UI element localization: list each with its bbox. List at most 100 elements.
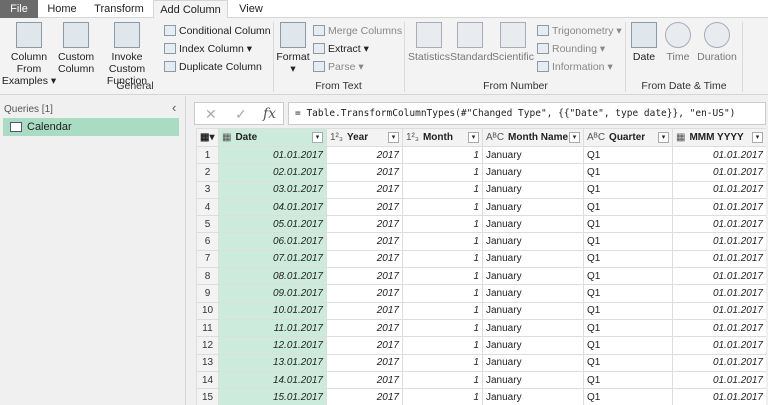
table-cell[interactable]: January (482, 318, 584, 338)
standard-button[interactable]: Standard (450, 22, 493, 63)
row-number[interactable]: 9 (196, 284, 219, 303)
table-cell[interactable]: Q1 (583, 353, 673, 372)
table-cell[interactable]: 03.01.2017 (218, 180, 327, 199)
table-cell[interactable]: Q1 (583, 284, 673, 303)
column-type-icon[interactable]: AᴮC (486, 132, 504, 143)
table-cell[interactable]: 1 (402, 301, 483, 320)
table-cell[interactable]: 2017 (326, 145, 403, 165)
row-number[interactable]: 7 (196, 249, 219, 269)
table-cell[interactable]: 2017 (326, 267, 403, 286)
filter-dropdown-icon[interactable]: ▾ (388, 132, 399, 143)
table-cell[interactable]: 1 (402, 388, 483, 405)
custom-column-button[interactable]: Custom Column (58, 22, 94, 75)
table-cell[interactable]: 01.01.2017 (672, 267, 766, 286)
table-cell[interactable]: 2017 (326, 197, 403, 217)
table-cell[interactable]: 01.01.2017 (672, 180, 766, 199)
table-cell[interactable]: January (482, 353, 584, 372)
table-cell[interactable]: Q1 (583, 370, 673, 390)
table-cell[interactable]: January (482, 336, 584, 355)
row-number[interactable]: 6 (196, 232, 219, 251)
table-cell[interactable]: 1 (402, 353, 483, 372)
table-cell[interactable]: 2017 (326, 180, 403, 199)
table-cell[interactable]: 2017 (326, 215, 403, 234)
row-number[interactable]: 3 (196, 180, 219, 199)
format-button[interactable]: Format ▾ (276, 22, 310, 75)
table-cell[interactable]: Q1 (583, 163, 673, 182)
table-cell[interactable]: 2017 (326, 388, 403, 405)
table-cell[interactable]: 01.01.2017 (672, 232, 766, 251)
row-number[interactable]: 1 (196, 145, 219, 165)
table-cell[interactable]: 09.01.2017 (218, 284, 327, 303)
table-cell[interactable]: 1 (402, 197, 483, 217)
table-cell[interactable]: January (482, 145, 584, 165)
parse-button[interactable]: Parse ▾ (313, 59, 364, 75)
table-cell[interactable]: 1 (402, 180, 483, 199)
table-cell[interactable]: January (482, 163, 584, 182)
table-cell[interactable]: 01.01.2017 (672, 318, 766, 338)
table-cell[interactable]: January (482, 301, 584, 320)
table-cell[interactable]: 01.01.2017 (672, 215, 766, 234)
table-cell[interactable]: 01.01.2017 (672, 163, 766, 182)
table-cell[interactable]: Q1 (583, 180, 673, 199)
table-cell[interactable]: 1 (402, 370, 483, 390)
table-cell[interactable]: 2017 (326, 284, 403, 303)
column-type-icon[interactable]: 1²₃ (406, 132, 419, 143)
table-cell[interactable]: 01.01.2017 (672, 284, 766, 303)
table-cell[interactable]: 1 (402, 163, 483, 182)
row-number[interactable]: 12 (196, 336, 219, 355)
table-cell[interactable]: 2017 (326, 370, 403, 390)
table-cell[interactable]: 06.01.2017 (218, 232, 327, 251)
table-cell[interactable]: 01.01.2017 (672, 145, 766, 165)
table-cell[interactable]: Q1 (583, 232, 673, 251)
index-column-button[interactable]: Index Column ▾ (164, 41, 252, 57)
row-number[interactable]: 11 (196, 318, 219, 338)
formula-input[interactable]: = Table.TransformColumnTypes(#"Changed T… (288, 102, 766, 125)
table-cell[interactable]: 01.01.2017 (672, 301, 766, 320)
duration-button[interactable]: Duration (696, 22, 738, 63)
fx-icon[interactable]: fx (263, 106, 276, 122)
column-type-icon[interactable]: ▦ (676, 132, 685, 143)
date-button[interactable]: Date (628, 22, 660, 63)
rounding-button[interactable]: Rounding ▾ (537, 41, 605, 57)
table-cell[interactable]: 10.01.2017 (218, 301, 327, 320)
table-cell[interactable]: January (482, 180, 584, 199)
table-cell[interactable]: 15.01.2017 (218, 388, 327, 405)
column-type-icon[interactable]: ▦ (222, 132, 231, 143)
query-item-calendar[interactable]: Calendar (3, 118, 179, 136)
table-cell[interactable]: 1 (402, 215, 483, 234)
table-cell[interactable]: 05.01.2017 (218, 215, 327, 234)
table-cell[interactable]: Q1 (583, 318, 673, 338)
filter-dropdown-icon[interactable]: ▾ (468, 132, 479, 143)
statistics-button[interactable]: Statistics (408, 22, 450, 63)
scientific-button[interactable]: Scientific (492, 22, 534, 63)
table-cell[interactable]: 1 (402, 318, 483, 338)
column-header-year[interactable]: 1²₃ Year ▾ (326, 128, 403, 147)
table-cell[interactable]: 04.01.2017 (218, 197, 327, 217)
table-cell[interactable]: January (482, 232, 584, 251)
table-cell[interactable]: 11.01.2017 (218, 318, 327, 338)
row-number[interactable]: 4 (196, 197, 219, 217)
table-cell[interactable]: January (482, 267, 584, 286)
table-cell[interactable]: 2017 (326, 301, 403, 320)
table-cell[interactable]: 1 (402, 267, 483, 286)
table-cell[interactable]: 2017 (326, 318, 403, 338)
filter-dropdown-icon[interactable]: ▾ (658, 132, 669, 143)
table-cell[interactable]: Q1 (583, 215, 673, 234)
tab-view[interactable]: View (230, 0, 272, 18)
table-cell[interactable]: 1 (402, 336, 483, 355)
table-cell[interactable]: Q1 (583, 197, 673, 217)
table-cell[interactable]: 07.01.2017 (218, 249, 327, 269)
row-number[interactable]: 15 (196, 388, 219, 405)
table-cell[interactable]: 01.01.2017 (672, 336, 766, 355)
conditional-column-button[interactable]: Conditional Column (164, 23, 271, 39)
table-cell[interactable]: 01.01.2017 (672, 249, 766, 269)
extract-button[interactable]: Extract ▾ (313, 41, 369, 57)
merge-columns-button[interactable]: Merge Columns (313, 23, 402, 39)
time-button[interactable]: Time (662, 22, 694, 63)
table-cell[interactable]: 13.01.2017 (218, 353, 327, 372)
filter-dropdown-icon[interactable]: ▾ (312, 132, 323, 143)
tab-file[interactable]: File (0, 0, 38, 18)
table-cell[interactable]: 2017 (326, 353, 403, 372)
trigonometry-button[interactable]: Trigonometry ▾ (537, 23, 622, 39)
table-cell[interactable]: January (482, 284, 584, 303)
